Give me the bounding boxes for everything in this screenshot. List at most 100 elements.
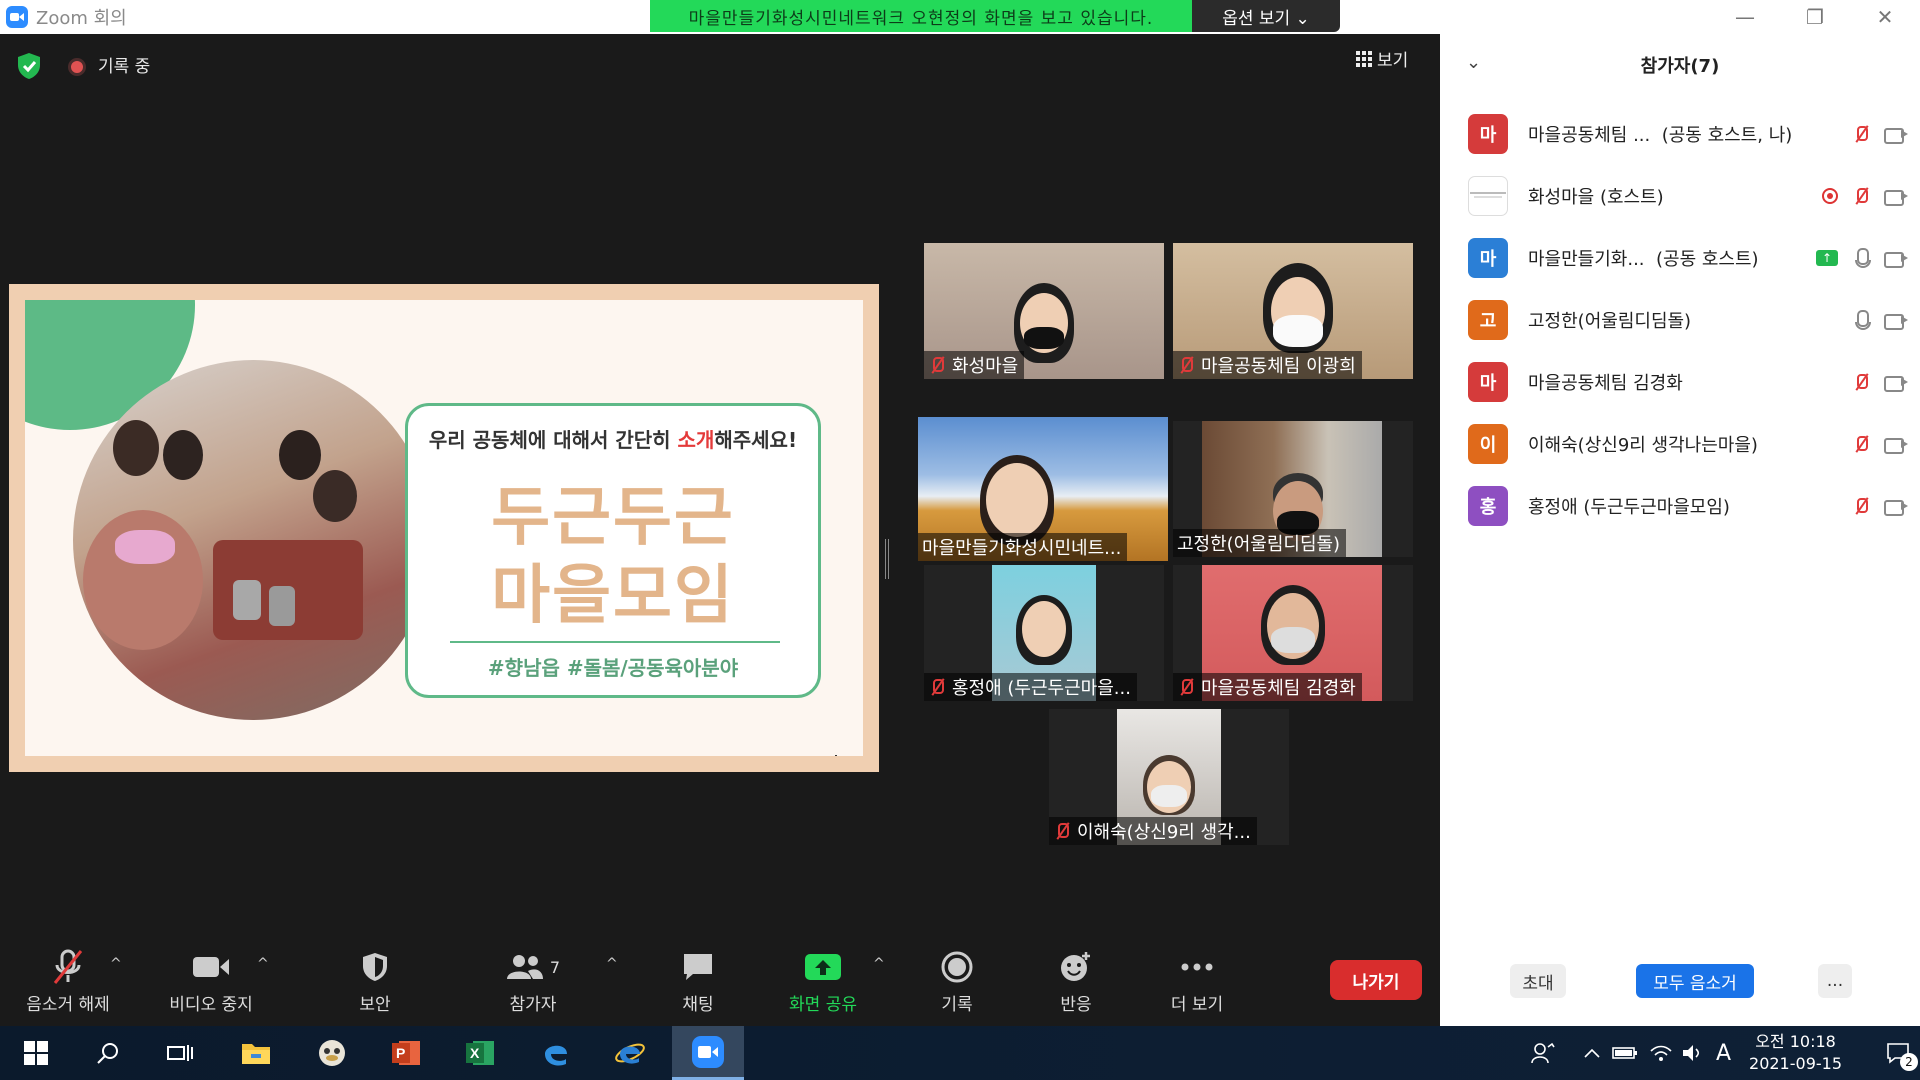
mic-icon[interactable] [1852,248,1871,268]
video-tile[interactable]: 화성마을 [924,243,1164,379]
participant-avatar: 마 [1468,238,1508,278]
zoom-taskbar-button[interactable] [672,1026,744,1080]
view-options-button[interactable]: 옵션 보기 ⌄ [1192,0,1340,32]
video-tile[interactable]: 고정한(어울림디딤돌) [1173,421,1413,557]
show-hidden-icons-icon[interactable] [1584,1048,1600,1058]
record-button[interactable]: 기록 [935,944,979,1015]
participant-mask [1151,785,1187,807]
tile-name: 마을공동체팀 김경화 [1201,678,1356,699]
invite-button[interactable]: 초대 [1510,964,1566,998]
chat-button[interactable]: 채팅 [670,944,726,1015]
mic-muted-icon[interactable] [1852,497,1870,515]
mute-all-button[interactable]: 모두 음소거 [1636,964,1754,998]
kakao-app-button[interactable] [300,1026,364,1080]
search-button[interactable] [76,1026,140,1080]
people-icon[interactable] [1530,1041,1556,1065]
participant-mask [1273,315,1323,347]
security-button[interactable]: 보안 [345,944,405,1015]
reactions-button[interactable]: 반응 [1054,944,1098,1015]
participants-button[interactable]: 7 참가자 [500,944,566,1015]
presentation-slide: 우리 공동체에 대해서 간단히 소개해주세요! 두근두근 마을모임 #향남읍 #… [25,300,863,756]
chat-label: 채팅 [682,995,714,1015]
participant-name-text: 마을만들기화... [1528,249,1645,270]
leave-button[interactable]: 나가기 [1330,960,1422,1000]
unmute-button[interactable]: 음소거 해제 [18,944,118,1015]
video-off-icon[interactable] [1884,436,1908,454]
share-screen-button[interactable]: 화면 공유 [784,944,862,1015]
tile-name: 마을만들기화성시민네트... [922,538,1122,559]
mic-muted-icon[interactable] [1852,125,1870,143]
search-icon [97,1043,118,1064]
video-off-icon[interactable] [1884,250,1908,268]
split-view-handle[interactable] [885,539,889,579]
mic-icon[interactable] [1852,310,1871,330]
minimize-button[interactable]: — [1710,5,1780,29]
zoom-app: Zoom 회의 마을만들기화성시민네트워크 오현정의 화면을 보고 있습니다. … [0,0,1920,1080]
mic-muted-icon[interactable] [1852,373,1870,391]
battery-icon[interactable] [1612,1046,1638,1060]
video-tile[interactable]: 마을공동체팀 김경화 [1173,565,1413,701]
mic-muted-icon [1053,822,1071,840]
edge-icon [545,1045,567,1066]
clock[interactable]: 오전 10:18 2021-09-15 [1749,1031,1842,1075]
shield-icon [363,953,387,981]
video-off-icon[interactable] [1884,126,1908,144]
participant-logo-avatar [1468,176,1508,216]
zoom-icon [692,1035,724,1068]
folder-icon [242,1044,270,1064]
mic-muted-icon[interactable] [1852,435,1870,453]
mic-muted-icon[interactable] [1852,187,1870,205]
participant-mask [1271,627,1315,653]
video-tile[interactable]: 홍정애 (두근두근마을... [924,565,1164,701]
task-view-icon [167,1045,193,1061]
excel-button[interactable]: X [448,1026,512,1080]
audio-options-caret[interactable]: ^ [110,956,122,972]
record-label: 기록 [941,995,973,1015]
participant-row[interactable]: 화성마을 (호스트) [1468,168,1908,224]
close-button[interactable]: ✕ [1850,5,1920,29]
recording-label: 기록 중 [98,57,151,77]
start-button[interactable] [4,1026,68,1080]
share-options-caret[interactable]: ^ [873,956,885,972]
tile-label: 마을공동체팀 이광희 [1173,351,1362,379]
video-options-caret[interactable]: ^ [257,956,269,972]
task-view-button[interactable] [148,1026,212,1080]
window-title: Zoom 회의 [36,8,127,29]
participant-row[interactable]: 고 고정한(어울림디딤돌) [1468,292,1908,348]
more-button[interactable]: 더 보기 [1166,944,1228,1015]
video-tile-active-speaker[interactable]: 마을만들기화성시민네트... [918,417,1168,561]
participant-role: (공동 호스트) [1655,249,1759,270]
participant-row[interactable]: 마 마을공동체팀 김경화 [1468,354,1908,410]
volume-icon[interactable] [1682,1044,1704,1062]
edge-button[interactable] [524,1026,588,1080]
wifi-icon[interactable] [1650,1044,1672,1062]
tile-label: 이해숙(상신9리 생각... [1049,817,1257,845]
participant-row[interactable]: 홍 홍정애 (두근두근마을모임) [1468,478,1908,534]
svg-text:P: P [396,1045,405,1061]
participant-name: 이해숙(상신9리 생각나는마을) [1528,435,1758,456]
participants-options-caret[interactable]: ^ [606,956,618,972]
internet-explorer-button[interactable] [598,1026,662,1080]
participant-avatar: 마 [1468,114,1508,154]
encryption-shield-icon[interactable] [16,52,42,80]
participant-face [1022,601,1066,657]
participant-row[interactable]: 마 마을만들기화... (공동 호스트) ↑ [1468,230,1908,286]
video-off-icon[interactable] [1884,312,1908,330]
panel-more-button[interactable]: ... [1818,964,1852,998]
mic-muted-icon [928,678,946,696]
video-off-icon[interactable] [1884,374,1908,392]
video-off-icon[interactable] [1884,498,1908,516]
video-tile[interactable]: 이해숙(상신9리 생각... [1049,709,1289,845]
file-explorer-button[interactable] [224,1026,288,1080]
action-center-button[interactable]: 2 [1876,1026,1920,1080]
app-mascot-icon [319,1040,345,1066]
view-button[interactable]: 보기 [1356,46,1408,71]
participant-row[interactable]: 마 마을공동체팀 ... (공동 호스트, 나) [1468,106,1908,162]
restore-button[interactable]: ❐ [1780,5,1850,29]
video-off-icon[interactable] [1884,188,1908,206]
video-tile[interactable]: 마을공동체팀 이광희 [1173,243,1413,379]
powerpoint-button[interactable]: P [374,1026,438,1080]
input-method-indicator[interactable]: A [1716,1041,1731,1066]
participant-row[interactable]: 이 이해숙(상신9리 생각나는마을) [1468,416,1908,472]
stop-video-button[interactable]: 비디오 중지 [156,944,266,1015]
